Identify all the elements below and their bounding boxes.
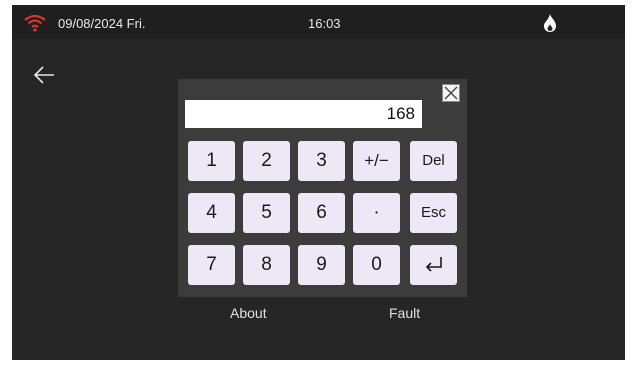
- enter-icon: [425, 257, 442, 272]
- escape-key[interactable]: Esc: [410, 193, 457, 233]
- status-bar: 09/08/2024 Fri. 16:03: [12, 5, 625, 39]
- device-screen: 09/08/2024 Fri. 16:03 168 1 2 3 +/− Del …: [12, 5, 625, 360]
- about-menu-item[interactable]: About: [230, 305, 267, 321]
- key-9[interactable]: 9: [298, 245, 345, 285]
- flame-icon: [544, 14, 556, 32]
- key-4[interactable]: 4: [188, 193, 235, 233]
- key-6[interactable]: 6: [298, 193, 345, 233]
- status-date: 09/08/2024 Fri.: [58, 16, 146, 31]
- wifi-icon: [24, 14, 46, 32]
- close-icon: [444, 86, 458, 100]
- fault-menu-item[interactable]: Fault: [389, 305, 420, 321]
- key-1[interactable]: 1: [188, 141, 235, 181]
- numeric-keypad-dialog: 168 1 2 3 +/− Del 4 5 6 · Esc 7 8 9 0: [178, 79, 467, 297]
- status-time: 16:03: [308, 16, 341, 31]
- delete-key[interactable]: Del: [410, 141, 457, 181]
- back-arrow-icon[interactable]: [32, 65, 56, 85]
- key-3[interactable]: 3: [298, 141, 345, 181]
- key-7[interactable]: 7: [188, 245, 235, 285]
- key-0[interactable]: 0: [353, 245, 400, 285]
- enter-key[interactable]: [410, 245, 457, 285]
- key-2[interactable]: 2: [243, 141, 290, 181]
- key-plus-minus[interactable]: +/−: [353, 141, 400, 181]
- close-button[interactable]: [442, 84, 460, 102]
- value-display: 168: [185, 100, 422, 128]
- key-8[interactable]: 8: [243, 245, 290, 285]
- key-5[interactable]: 5: [243, 193, 290, 233]
- key-decimal-point[interactable]: ·: [353, 193, 400, 233]
